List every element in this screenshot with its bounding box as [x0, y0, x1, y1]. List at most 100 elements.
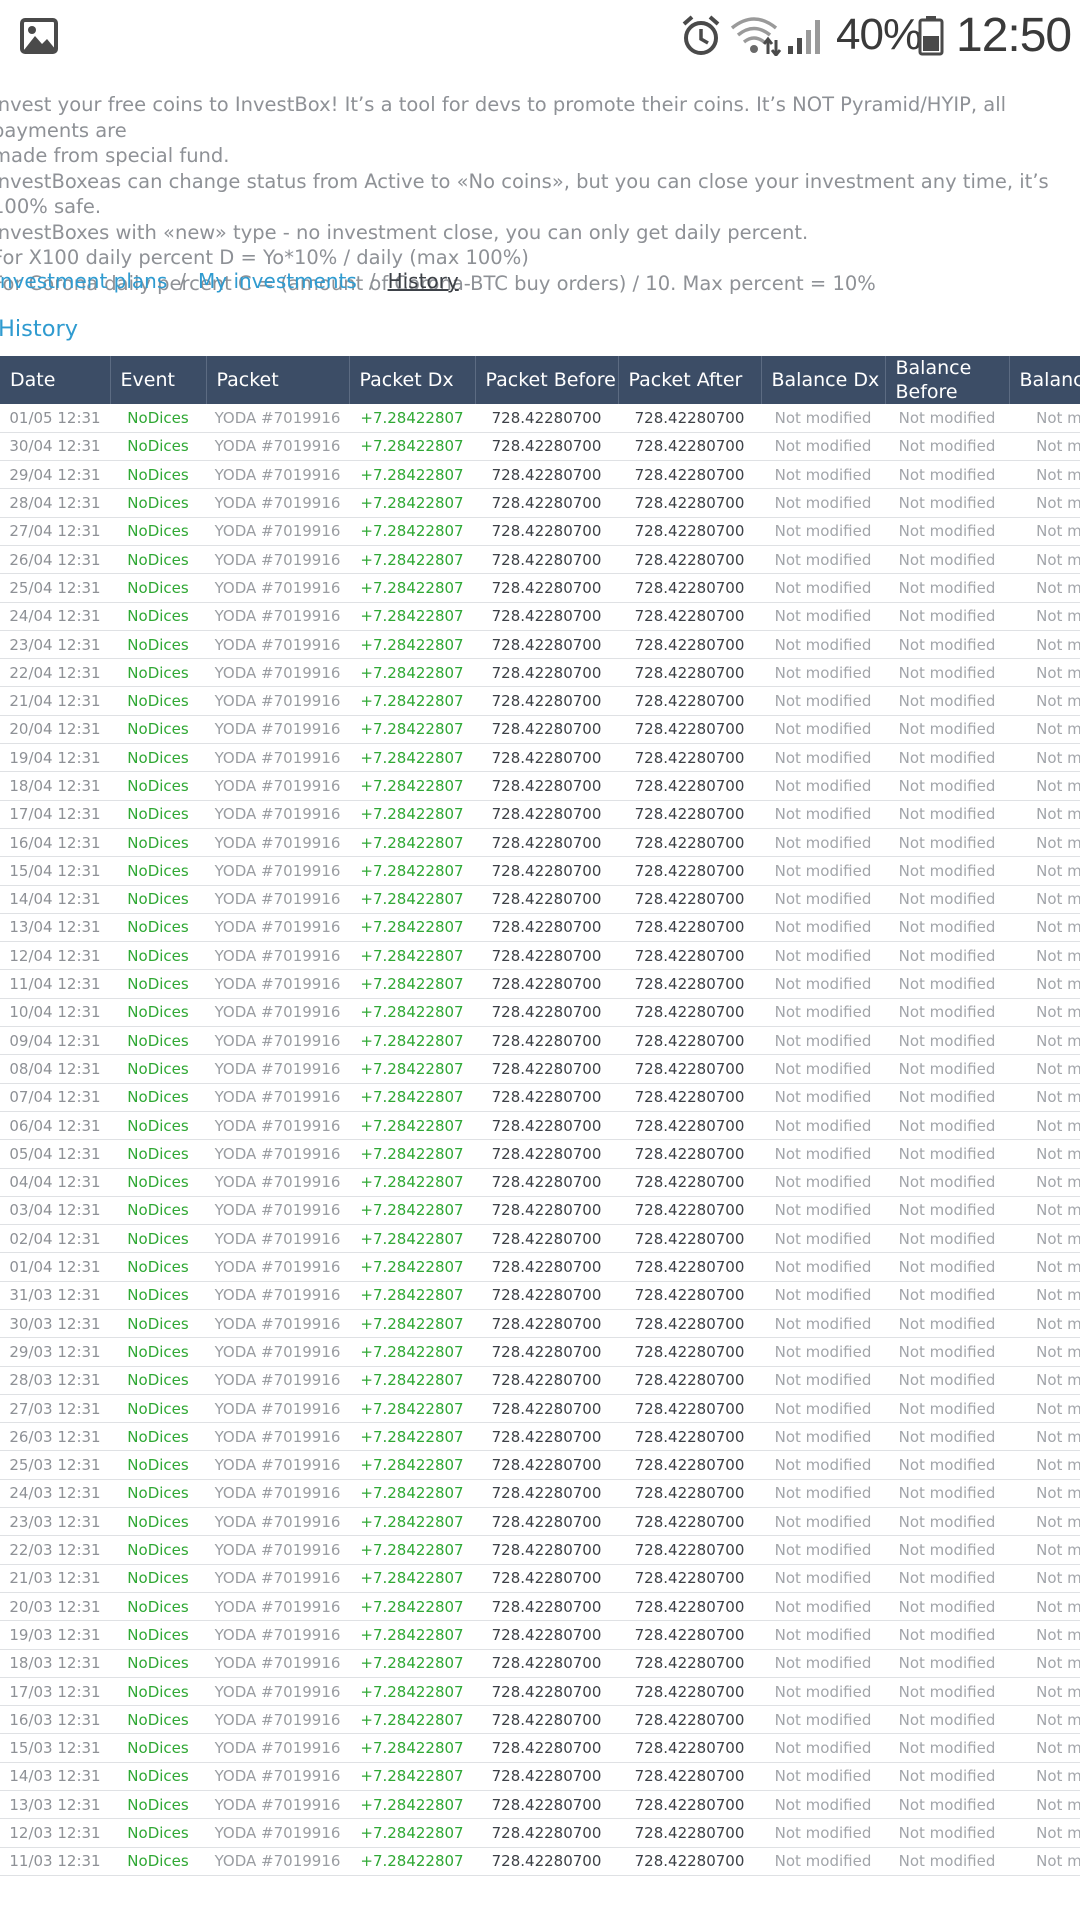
table-cell-balance-dx: Not modified: [761, 1620, 885, 1650]
table-cell-balance-after: Not modified: [1009, 686, 1080, 716]
column-header-date[interactable]: Date: [0, 356, 111, 404]
table-cell-event: NoDices: [110, 658, 206, 688]
table-cell-packet-dx: +7.28422807: [349, 1535, 475, 1565]
table-cell-packet: YODA #7019916: [206, 404, 349, 433]
table-cell-event: NoDices: [110, 1224, 206, 1254]
table-cell-event: NoDices: [110, 1620, 206, 1650]
table-row: 14/03 12:31 NoDices YODA #7019916 +7.284228…: [0, 1762, 1080, 1792]
table-cell-balance-dx: Not modified: [761, 1337, 885, 1367]
table-cell-date: 30/04 12:31: [0, 432, 110, 462]
table-cell-balance-before: Not modified: [885, 913, 1009, 943]
table-cell-date: 02/04 12:31: [0, 1224, 110, 1254]
info-line: Invest your free coins to InvestBox! It’…: [0, 93, 1007, 142]
table-cell-balance-before: Not modified: [885, 1507, 1009, 1537]
table-cell-balance-before: Not modified: [885, 1026, 1009, 1056]
table-row: 12/03 12:31 NoDices YODA #7019916 +7.284228…: [0, 1818, 1080, 1848]
table-cell-balance-after: Not modified: [1009, 1337, 1080, 1367]
table-cell-packet-after: 728.42280700: [618, 1705, 761, 1735]
table-cell-packet-before: 728.42280700: [475, 1139, 618, 1169]
table-cell-packet: YODA #7019916: [206, 1394, 349, 1424]
table-cell-packet-after: 728.42280700: [618, 686, 761, 716]
table-cell-event: NoDices: [110, 460, 206, 490]
table-cell-date: 13/03 12:31: [0, 1790, 110, 1820]
table-cell-packet-before: 728.42280700: [475, 460, 618, 490]
table-cell-balance-before: Not modified: [885, 404, 1009, 433]
table-cell-event: NoDices: [110, 1054, 206, 1084]
table-cell-event: NoDices: [110, 488, 206, 518]
table-cell-date: 29/04 12:31: [0, 460, 110, 490]
column-header-packet-before[interactable]: Packet Before: [475, 356, 619, 404]
table-cell-packet-before: 728.42280700: [475, 1564, 618, 1593]
table-cell-packet: YODA #7019916: [206, 658, 349, 688]
table-cell-packet-before: 728.42280700: [475, 1677, 618, 1707]
table-cell-packet: YODA #7019916: [206, 913, 349, 943]
column-header-packet-after[interactable]: Packet After: [618, 356, 762, 404]
breadcrumb: Investment plans / My investments / History: [0, 269, 459, 293]
table-cell-balance-dx: Not modified: [761, 545, 885, 575]
table-cell-event: NoDices: [110, 1733, 206, 1763]
table-cell-balance-before: Not modified: [885, 1366, 1009, 1395]
column-header-packet[interactable]: Packet: [206, 356, 350, 404]
table-cell-packet: YODA #7019916: [206, 1224, 349, 1254]
table-cell-event: NoDices: [110, 545, 206, 575]
table-cell-packet-after: 728.42280700: [618, 1224, 761, 1254]
table-row: 19/03 12:31 NoDices YODA #7019916 +7.284228…: [0, 1620, 1080, 1650]
table-cell-event: NoDices: [110, 941, 206, 971]
table-cell-packet-after: 728.42280700: [618, 828, 761, 858]
table-cell-balance-dx: Not modified: [761, 1139, 885, 1169]
table-cell-packet-dx: +7.28422807: [349, 1450, 475, 1480]
table-cell-packet-dx: +7.28422807: [349, 517, 475, 546]
table-cell-packet-after: 728.42280700: [618, 1790, 761, 1820]
table-row: 25/03 12:31 NoDices YODA #7019916 +7.284228…: [0, 1450, 1080, 1480]
table-cell-packet: YODA #7019916: [206, 1790, 349, 1820]
column-header-event[interactable]: Event: [110, 356, 207, 404]
table-cell-balance-after: Not modified: [1009, 885, 1080, 914]
breadcrumb-my-investments[interactable]: My investments: [198, 269, 357, 293]
column-header-packet-dx[interactable]: Packet Dx: [349, 356, 476, 404]
column-header-balance-before[interactable]: Balance Before: [885, 356, 1010, 404]
table-row: 16/04 12:31 NoDices YODA #7019916 +7.284228…: [0, 828, 1080, 858]
table-cell-balance-after: Not modified: [1009, 715, 1080, 745]
table-cell-balance-dx: Not modified: [761, 1790, 885, 1820]
table-cell-packet: YODA #7019916: [206, 771, 349, 801]
table-cell-balance-before: Not modified: [885, 1479, 1009, 1509]
table-cell-packet: YODA #7019916: [206, 1507, 349, 1537]
table-cell-balance-before: Not modified: [885, 1450, 1009, 1480]
table-row: 04/04 12:31 NoDices YODA #7019916 +7.284228…: [0, 1168, 1080, 1197]
table-cell-packet-after: 728.42280700: [618, 630, 761, 660]
history-table-container[interactable]: Date Event Packet Packet Dx Packet Befor…: [0, 356, 1080, 1896]
table-row: 13/04 12:31 NoDices YODA #7019916 +7.284228…: [0, 913, 1080, 943]
table-cell-packet-dx: +7.28422807: [349, 630, 475, 660]
column-header-balance-after[interactable]: Balance After: [1009, 356, 1080, 404]
table-cell-event: NoDices: [110, 573, 206, 603]
breadcrumb-investment-plans[interactable]: Investment plans: [0, 269, 167, 293]
table-cell-packet-before: 728.42280700: [475, 1847, 618, 1876]
table-cell-packet-before: 728.42280700: [475, 1705, 618, 1735]
table-cell-balance-dx: Not modified: [761, 658, 885, 688]
table-cell-balance-after: Not modified: [1009, 602, 1080, 631]
info-line: InvestBoxeas can change status from Acti…: [0, 169, 1049, 219]
table-cell-balance-dx: Not modified: [761, 941, 885, 971]
table-cell-packet-after: 728.42280700: [618, 1620, 761, 1650]
table-row: 24/04 12:31 NoDices YODA #7019916 +7.284228…: [0, 602, 1080, 631]
table-cell-event: NoDices: [110, 969, 206, 999]
table-cell-packet-after: 728.42280700: [618, 715, 761, 745]
table-cell-date: 18/03 12:31: [0, 1649, 110, 1678]
column-header-balance-dx[interactable]: Balance Dx: [761, 356, 886, 404]
table-header-row: Date Event Packet Packet Dx Packet Befor…: [0, 356, 1080, 404]
table-row: 20/03 12:31 NoDices YODA #7019916 +7.284228…: [0, 1592, 1080, 1622]
table-cell-balance-after: Not modified: [1009, 658, 1080, 688]
table-row: 26/04 12:31 NoDices YODA #7019916 +7.284228…: [0, 545, 1080, 575]
table-row: 30/03 12:31 NoDices YODA #7019916 +7.284228…: [0, 1309, 1080, 1339]
table-cell-balance-dx: Not modified: [761, 771, 885, 801]
table-cell-packet-before: 728.42280700: [475, 1281, 618, 1311]
table-cell-balance-dx: Not modified: [761, 1479, 885, 1509]
table-row: 18/04 12:31 NoDices YODA #7019916 +7.284228…: [0, 771, 1080, 801]
table-cell-packet-before: 728.42280700: [475, 1168, 618, 1197]
table-cell-packet-after: 728.42280700: [618, 1309, 761, 1339]
table-cell-balance-dx: Not modified: [761, 1281, 885, 1311]
table-cell-packet: YODA #7019916: [206, 573, 349, 603]
table-cell-packet: YODA #7019916: [206, 1366, 349, 1395]
breadcrumb-history[interactable]: History: [388, 269, 459, 293]
table-cell-balance-dx: Not modified: [761, 1733, 885, 1763]
